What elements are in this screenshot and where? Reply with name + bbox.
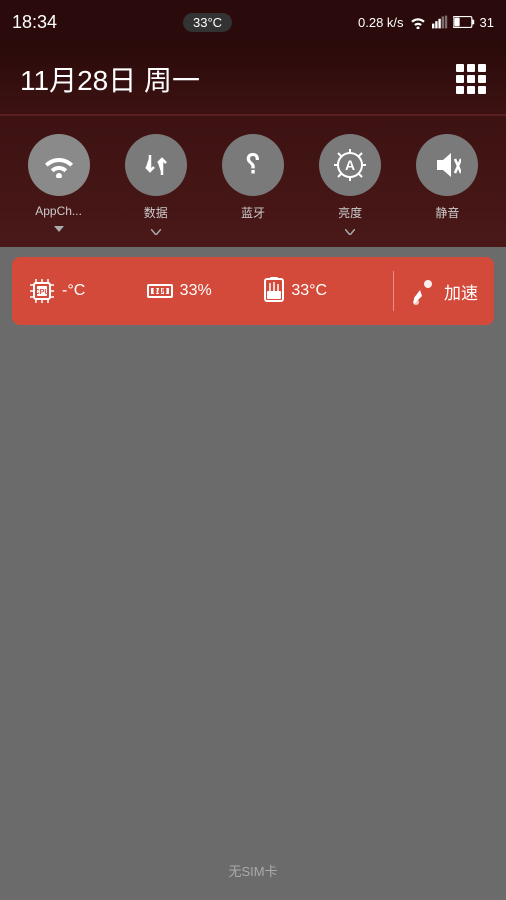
grid-dot: [456, 86, 464, 94]
data-toggle-circle: [125, 134, 187, 196]
grid-dot: [478, 64, 486, 72]
grid-dot: [456, 75, 464, 83]
temperature-badge: 33°C: [183, 13, 232, 32]
quick-toggles: AppCh... 数据 ␦ 蓝牙: [0, 116, 506, 247]
battery-icon: [453, 16, 475, 28]
toggle-bluetooth[interactable]: ␦ 蓝牙: [222, 134, 284, 221]
toggle-mute[interactable]: 静音: [416, 134, 478, 221]
info-widget[interactable]: CPU -°C RAM 33% 33°C: [12, 257, 494, 325]
wifi-toggle-circle: [28, 134, 90, 196]
battery-level: 31: [480, 15, 494, 30]
status-time: 18:34: [12, 12, 57, 33]
date-display: 11月28日 周一: [20, 59, 200, 99]
boost-icon: [406, 276, 436, 306]
svg-text:CPU: CPU: [35, 289, 50, 296]
toggle-brightness[interactable]: A 亮度: [319, 134, 381, 235]
date-bar: 11月28日 周一: [0, 44, 506, 114]
mute-toggle-circle: [416, 134, 478, 196]
wifi-icon: [43, 152, 75, 178]
wifi-status-icon: [409, 15, 427, 29]
data-toggle-label: 数据: [144, 204, 168, 221]
network-speed: 0.28 k/s: [358, 15, 404, 30]
grid-dot: [478, 86, 486, 94]
battery-temp-section: 33°C: [263, 277, 381, 305]
toggle-data[interactable]: 数据: [125, 134, 187, 235]
toggle-dropdown-icon: [151, 229, 161, 235]
battery-temp-icon: [263, 277, 285, 305]
grid-dot: [467, 75, 475, 83]
no-sim-text: 无SIM卡: [228, 861, 277, 880]
grid-dot: [478, 75, 486, 83]
mute-toggle-label: 静音: [435, 204, 459, 221]
cpu-section: CPU -°C: [28, 277, 146, 305]
cpu-icon: CPU: [28, 277, 56, 305]
toggle-wifi[interactable]: AppCh...: [28, 134, 90, 232]
main-content: [0, 335, 506, 855]
signal-icon: [432, 15, 448, 29]
grid-dot: [456, 64, 464, 72]
brightness-toggle-circle: A: [319, 134, 381, 196]
wifi-toggle-label: AppCh...: [35, 204, 82, 218]
status-bar: 18:34 33°C 0.28 k/s 31: [0, 0, 506, 44]
data-arrows-icon: [142, 151, 170, 179]
mute-icon: [433, 151, 461, 179]
ram-percent: 33%: [180, 282, 212, 300]
grid-dot: [467, 86, 475, 94]
grid-dot: [467, 64, 475, 72]
bluetooth-icon: ␦: [243, 149, 264, 181]
battery-temperature: 33°C: [291, 282, 327, 300]
status-right: 0.28 k/s 31: [358, 15, 494, 30]
bt-toggle-circle: ␦: [222, 134, 284, 196]
bluetooth-toggle-label: 蓝牙: [241, 204, 265, 221]
widget-divider: [393, 271, 394, 311]
brightness-icon: A: [332, 147, 368, 183]
brightness-toggle-label: 亮度: [338, 204, 362, 221]
toggle-dropdown-icon: [345, 229, 355, 235]
apps-grid-button[interactable]: [456, 64, 486, 94]
boost-button[interactable]: 加速: [406, 276, 478, 306]
boost-label: 加速: [444, 279, 478, 304]
ram-section: RAM 33%: [146, 277, 264, 305]
svg-text:A: A: [345, 157, 355, 173]
cpu-temp: -°C: [62, 282, 85, 300]
toggle-dropdown-icon: [54, 226, 64, 232]
ram-icon: RAM: [146, 277, 174, 305]
svg-text:RAM: RAM: [153, 289, 167, 295]
